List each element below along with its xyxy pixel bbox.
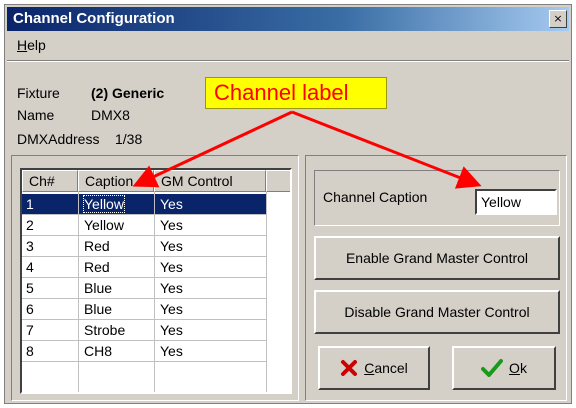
cell-ch: 8 bbox=[26, 343, 34, 359]
table-row[interactable]: 3 Red Yes bbox=[22, 236, 266, 257]
table-row[interactable]: 4 Red Yes bbox=[22, 257, 266, 278]
channel-label-callout: Channel label bbox=[205, 77, 387, 109]
grid-line bbox=[266, 192, 267, 392]
grid-line bbox=[154, 192, 155, 392]
fixture-value: (2) Generic bbox=[91, 85, 165, 101]
menu-bar: Help bbox=[7, 33, 569, 57]
dmx-address-label: DMXAddress bbox=[17, 131, 100, 147]
disable-grand-master-button[interactable]: Disable Grand Master Control bbox=[314, 290, 560, 334]
window-title: Channel Configuration bbox=[13, 10, 175, 27]
channel-caption-label: Channel Caption bbox=[323, 189, 428, 205]
cell-caption: Red bbox=[84, 259, 110, 275]
cell-caption: Yellow bbox=[83, 195, 125, 213]
cell-gm-control: Yes bbox=[160, 280, 183, 296]
column-header-caption[interactable]: Caption bbox=[78, 170, 154, 192]
channel-list-panel: Ch# Caption GM Control 1 Yellow Yes 2 Yellow… bbox=[11, 155, 299, 401]
menu-help-rest: elp bbox=[27, 37, 46, 53]
cell-caption: CH8 bbox=[84, 343, 113, 359]
name-value: DMX8 bbox=[91, 107, 130, 123]
enable-grand-master-button[interactable]: Enable Grand Master Control bbox=[314, 236, 560, 280]
cell-caption: Strobe bbox=[84, 322, 126, 338]
column-header-gm-control[interactable]: GM Control bbox=[154, 170, 266, 192]
fixture-label: Fixture bbox=[17, 85, 60, 101]
menu-separator bbox=[7, 60, 569, 62]
ok-mnemonic: O bbox=[509, 360, 520, 376]
name-row: Name DMX8 bbox=[17, 107, 130, 123]
red-x-icon bbox=[341, 360, 358, 376]
cancel-button[interactable]: Cancel bbox=[318, 346, 430, 390]
cell-gm-control: Yes bbox=[160, 196, 183, 212]
cell-gm-control: Yes bbox=[160, 238, 183, 254]
channel-caption-group: Channel Caption Yellow bbox=[314, 170, 560, 226]
channel-settings-panel: Channel Caption Yellow Enable Grand Mast… bbox=[305, 155, 567, 401]
table-row[interactable]: 8 CH8 Yes bbox=[22, 341, 266, 362]
column-header-blank bbox=[266, 170, 290, 192]
close-button[interactable]: × bbox=[549, 10, 567, 28]
table-row[interactable]: 1 Yellow Yes bbox=[22, 194, 266, 215]
cell-caption: Yellow bbox=[84, 217, 124, 233]
fixture-row: Fixture (2) Generic bbox=[17, 85, 164, 101]
table-row[interactable]: 2 Yellow Yes bbox=[22, 215, 266, 236]
table-row[interactable]: 6 Blue Yes bbox=[22, 299, 266, 320]
title-bar: Channel Configuration × bbox=[7, 7, 569, 31]
column-header-ch[interactable]: Ch# bbox=[22, 170, 78, 192]
cell-ch: 1 bbox=[26, 196, 34, 212]
cell-gm-control: Yes bbox=[160, 259, 183, 275]
channel-configuration-dialog: Channel Configuration × Help Fixture (2)… bbox=[4, 4, 572, 404]
cell-ch: 6 bbox=[26, 301, 34, 317]
cell-ch: 4 bbox=[26, 259, 34, 275]
cell-caption: Red bbox=[84, 238, 110, 254]
cell-caption: Blue bbox=[84, 280, 113, 296]
menu-help[interactable]: Help bbox=[17, 37, 46, 53]
green-check-icon bbox=[481, 359, 504, 377]
cell-gm-control: Yes bbox=[160, 301, 183, 317]
ok-rest: k bbox=[519, 360, 527, 376]
dmx-address-row: DMXAddress 1/38 bbox=[17, 131, 142, 147]
ok-button[interactable]: Ok bbox=[452, 346, 556, 390]
channel-caption-input[interactable]: Yellow bbox=[475, 189, 557, 215]
cell-caption: Blue bbox=[84, 301, 113, 317]
menu-help-mnemonic: H bbox=[17, 37, 28, 53]
cell-ch: 2 bbox=[26, 217, 34, 233]
enable-grand-master-label: Enable Grand Master Control bbox=[345, 250, 529, 266]
cell-gm-control: Yes bbox=[160, 343, 183, 359]
close-icon: × bbox=[553, 12, 563, 25]
cancel-mnemonic: C bbox=[364, 360, 375, 376]
table-row[interactable]: 7 Strobe Yes bbox=[22, 320, 266, 341]
cancel-rest: ancel bbox=[374, 360, 408, 376]
grid-line bbox=[22, 361, 266, 362]
cell-ch: 7 bbox=[26, 322, 34, 338]
dmx-address-value: 1/38 bbox=[115, 131, 143, 147]
callout-text: Channel label bbox=[214, 80, 349, 105]
cell-ch: 3 bbox=[26, 238, 34, 254]
grid-line bbox=[78, 192, 79, 392]
disable-grand-master-label: Disable Grand Master Control bbox=[344, 304, 530, 320]
cell-gm-control: Yes bbox=[160, 322, 183, 338]
name-label: Name bbox=[17, 107, 55, 123]
cell-gm-control: Yes bbox=[160, 217, 183, 233]
table-row[interactable]: 5 Blue Yes bbox=[22, 278, 266, 299]
channel-grid[interactable]: Ch# Caption GM Control 1 Yellow Yes 2 Yellow… bbox=[20, 168, 292, 394]
cell-ch: 5 bbox=[26, 280, 34, 296]
